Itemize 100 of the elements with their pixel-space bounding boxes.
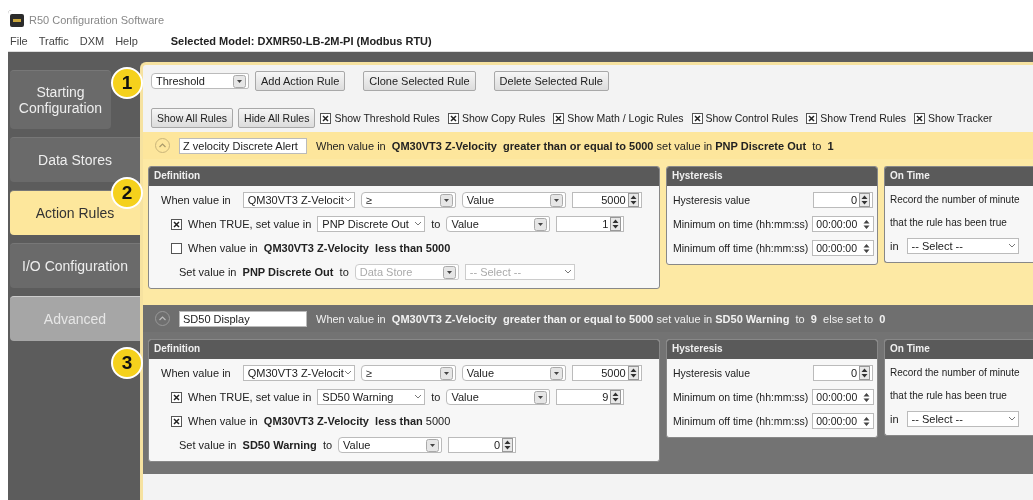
spinner-icon bbox=[627, 193, 639, 207]
view-button[interactable]: Hide All Rules bbox=[238, 108, 316, 128]
dropdown[interactable]: Threshold bbox=[151, 73, 249, 89]
menu-item[interactable]: File bbox=[10, 34, 28, 47]
chevron-down-icon bbox=[1007, 416, 1016, 422]
chevron-down-icon bbox=[1007, 243, 1016, 249]
checkbox[interactable] bbox=[171, 242, 182, 254]
dropdown[interactable]: QM30VT3 Z-Velocit bbox=[242, 365, 355, 381]
field-label: Set value in PNP Discrete Out to bbox=[179, 266, 349, 278]
field-label: to bbox=[431, 218, 441, 230]
field-label: Hysteresis value bbox=[673, 194, 751, 206]
spinner-icon bbox=[859, 193, 870, 207]
description-text: that the rule has been true bbox=[890, 389, 1008, 403]
spinner-icon bbox=[610, 217, 622, 231]
dropdown[interactable]: Value bbox=[461, 365, 566, 381]
number-field[interactable]: 5000 bbox=[571, 365, 642, 381]
spinner-icon bbox=[502, 438, 514, 452]
number-field[interactable]: 9 bbox=[556, 389, 625, 405]
dropdown[interactable]: Value bbox=[446, 216, 551, 232]
field-label: to bbox=[431, 391, 441, 403]
caret-icon bbox=[549, 193, 563, 207]
field-label: When value in bbox=[161, 367, 231, 379]
dropdown[interactable]: QM30VT3 Z-Velocit bbox=[242, 192, 355, 208]
time-field[interactable]: 00:00:00 bbox=[812, 413, 875, 429]
selected-model: Selected Model: DXMR50-LB-2M-PI (Modbus RTU) bbox=[170, 34, 432, 47]
filter-label: Show Tracker bbox=[928, 112, 993, 124]
spinner-icon bbox=[859, 366, 870, 380]
dropdown[interactable]: ≥ bbox=[360, 192, 456, 208]
checkbox[interactable] bbox=[914, 112, 926, 124]
number-field[interactable]: 1 bbox=[556, 216, 625, 232]
chevron-down-icon bbox=[343, 197, 352, 203]
filter-label: Show Control Rules bbox=[705, 112, 799, 124]
time-field[interactable]: 00:00:00 bbox=[812, 216, 875, 232]
number-field[interactable]: 0 bbox=[813, 192, 873, 208]
field-label: in bbox=[890, 413, 899, 425]
checkbox[interactable] bbox=[691, 112, 703, 124]
app-icon bbox=[10, 13, 24, 27]
dropdown[interactable]: ≥ bbox=[360, 365, 456, 381]
caret-icon bbox=[442, 265, 456, 279]
menu-item[interactable]: DXM bbox=[79, 34, 105, 47]
rule-name-field[interactable]: Z velocity Discrete Alert bbox=[179, 137, 307, 154]
window-title: R50 Configuration Software bbox=[29, 14, 165, 26]
checkbox[interactable] bbox=[447, 112, 459, 124]
time-field[interactable]: 00:00:00 bbox=[812, 389, 875, 405]
checkbox[interactable] bbox=[171, 415, 182, 427]
checkbox[interactable] bbox=[171, 391, 182, 403]
panel-title: On Time bbox=[885, 167, 1033, 186]
description-text: Record the number of minute bbox=[890, 193, 1021, 207]
rule-summary: When value in QM30VT3 Z-Velocity greater than or equal to 5000 set value in PNP Discrete Out to 1 bbox=[316, 139, 834, 152]
rule-summary: When value in QM30VT3 Z-Velocity greater than or equal to 5000 set value in SD50 Warning to 9 else set to 0 bbox=[316, 312, 886, 325]
callout-badge: 3 bbox=[111, 347, 143, 379]
checkbox[interactable] bbox=[806, 112, 818, 124]
rule-name-field[interactable]: SD50 Display bbox=[179, 310, 307, 327]
action-button[interactable]: Clone Selected Rule bbox=[363, 71, 476, 91]
panel-title: Hysteresis bbox=[667, 167, 877, 186]
dropdown[interactable]: Value bbox=[461, 192, 566, 208]
caret-icon bbox=[534, 390, 548, 404]
field-label: When value in bbox=[161, 194, 231, 206]
chevron-down-icon bbox=[563, 269, 572, 275]
dropdown[interactable]: SD50 Warning bbox=[317, 389, 426, 405]
nav-item[interactable]: Starting Configuration bbox=[10, 70, 111, 129]
field-label: Minimum on time (hh:mm:ss) bbox=[673, 218, 809, 230]
spinner-icon bbox=[627, 366, 639, 380]
dropdown[interactable]: PNP Discrete Out bbox=[317, 216, 426, 232]
field-label: Minimum on time (hh:mm:ss) bbox=[673, 391, 809, 403]
action-button[interactable]: Add Action Rule bbox=[255, 71, 346, 91]
number-field[interactable]: 5000 bbox=[571, 192, 642, 208]
chevron-down-icon bbox=[414, 394, 423, 400]
nav-item[interactable]: Data Stores bbox=[10, 137, 140, 182]
caret-icon bbox=[233, 74, 246, 88]
checkbox[interactable] bbox=[171, 218, 182, 230]
dropdown[interactable]: Value bbox=[446, 389, 551, 405]
up-down-icon bbox=[863, 218, 871, 230]
filter-label: Show Threshold Rules bbox=[334, 112, 440, 124]
checkbox[interactable] bbox=[320, 112, 332, 124]
menu-item[interactable]: Help bbox=[115, 34, 138, 47]
dropdown[interactable]: Value bbox=[338, 437, 443, 453]
field-label: Hysteresis value bbox=[673, 367, 751, 379]
panel-title: Hysteresis bbox=[667, 340, 877, 359]
checkbox[interactable] bbox=[553, 112, 565, 124]
dropdown[interactable]: -- Select -- bbox=[906, 411, 1019, 427]
time-field[interactable]: 00:00:00 bbox=[812, 240, 875, 256]
field-label: Minimum off time (hh:mm:ss) bbox=[673, 242, 809, 254]
field-label: When TRUE, set value in bbox=[188, 218, 312, 230]
number-field[interactable]: 0 bbox=[813, 365, 873, 381]
up-down-icon bbox=[863, 391, 871, 403]
view-button[interactable]: Show All Rules bbox=[151, 108, 234, 128]
action-button[interactable]: Delete Selected Rule bbox=[493, 71, 609, 91]
caret-icon bbox=[439, 193, 453, 207]
panel-title: On Time bbox=[885, 340, 1033, 359]
callout-badge: 1 bbox=[111, 67, 143, 99]
dropdown[interactable]: -- Select -- bbox=[906, 238, 1019, 254]
menu-item[interactable]: Traffic bbox=[38, 34, 69, 47]
filter-label: Show Copy Rules bbox=[461, 112, 546, 124]
number-field[interactable]: 0 bbox=[448, 437, 517, 453]
caret-icon bbox=[426, 438, 440, 452]
nav-item[interactable]: I/O Configuration bbox=[10, 243, 140, 288]
field-label: in bbox=[890, 240, 899, 252]
description-text: Record the number of minute bbox=[890, 366, 1021, 380]
chevron-down-icon bbox=[343, 370, 352, 376]
